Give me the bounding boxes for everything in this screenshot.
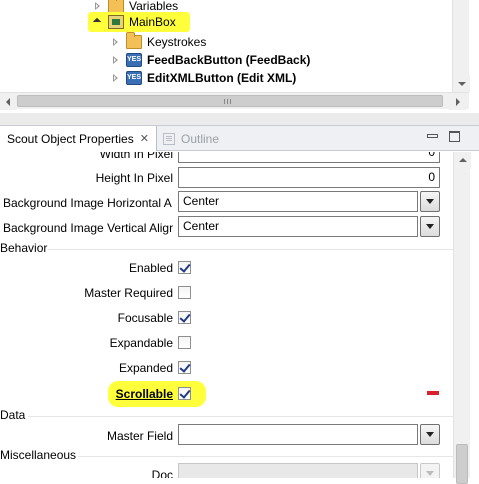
sash[interactable]: [0, 113, 479, 125]
tab-label: Scout Object Properties: [7, 131, 134, 146]
bg-image-horizontal-combo[interactable]: Center: [178, 191, 418, 212]
tree-item-label: EditXMLButton (Edit XML): [147, 71, 297, 85]
width-in-pixel-label: Width In Pixel: [99, 152, 173, 161]
main-box-icon: [108, 15, 124, 29]
focusable-label: Focusable: [117, 311, 173, 325]
properties-panel: Width In Pixel 0 Height In Pixel 0 Backg…: [0, 152, 453, 478]
tree-item-keystrokes[interactable]: Keystrokes: [110, 32, 207, 51]
view-tab-bar: Scout Object Properties ✕ Outline: [0, 125, 479, 151]
scrollbar-thumb[interactable]: [17, 95, 443, 107]
tab-scout-object-properties[interactable]: Scout Object Properties ✕: [0, 126, 157, 151]
tree-item-mainbox[interactable]: MainBox: [92, 13, 176, 31]
behavior-section-header[interactable]: Behavior: [0, 241, 47, 255]
dropdown-arrow-icon[interactable]: [420, 424, 440, 445]
scroll-left-icon[interactable]: [0, 93, 17, 110]
section-divider: [48, 249, 453, 250]
close-icon[interactable]: ✕: [140, 132, 149, 145]
project-tree[interactable]: Variables MainBox Keystrokes YES FeedBac…: [0, 0, 479, 113]
enabled-label: Enabled: [128, 261, 173, 275]
dropdown-arrow-icon[interactable]: [420, 191, 440, 212]
master-required-checkbox[interactable]: [178, 286, 191, 299]
tab-outline[interactable]: Outline: [163, 126, 219, 151]
button-icon: YES: [126, 53, 142, 67]
bg-image-vertical-combo[interactable]: Center: [178, 216, 418, 237]
height-in-pixel-label: Height In Pixel: [95, 171, 173, 185]
expand-arrow-icon[interactable]: [110, 72, 122, 84]
scrollbar-thumb[interactable]: [456, 444, 468, 484]
scroll-down-icon[interactable]: [453, 75, 470, 92]
scroll-right-icon[interactable]: [449, 93, 466, 110]
properties-vertical-scrollbar[interactable]: [453, 152, 471, 484]
folder-icon: [126, 32, 142, 49]
expand-arrow-icon[interactable]: [110, 36, 122, 48]
bg-image-vertical-label: Background Image Vertical Aligr: [3, 221, 174, 235]
tree-item-label: FeedBackButton (FeedBack): [147, 53, 311, 67]
tree-horizontal-scrollbar[interactable]: [0, 92, 469, 110]
expandable-label: Expandable: [109, 336, 173, 350]
data-section-header[interactable]: Data: [0, 408, 25, 422]
doc-label: Doc: [151, 468, 173, 478]
expanded-label: Expanded: [118, 361, 173, 375]
enabled-checkbox[interactable]: [178, 261, 191, 274]
minimize-icon[interactable]: [427, 134, 438, 138]
tree-item-label: Keystrokes: [147, 35, 207, 49]
collapse-arrow-icon[interactable]: [92, 16, 104, 28]
remove-modification-icon[interactable]: [427, 391, 439, 395]
section-divider: [28, 416, 453, 417]
misc-section-header[interactable]: Miscellaneous: [0, 448, 76, 462]
expand-arrow-icon[interactable]: [92, 0, 104, 12]
expanded-checkbox[interactable]: [178, 361, 191, 374]
tree-item-label: MainBox: [129, 15, 176, 29]
tree-item-editxml-button[interactable]: YES EditXMLButton (Edit XML): [110, 69, 296, 87]
master-field-label: Master Field: [106, 429, 173, 443]
bg-image-horizontal-label: Background Image Horizontal A: [3, 196, 172, 210]
focusable-checkbox[interactable]: [178, 311, 191, 324]
height-in-pixel-field[interactable]: 0: [178, 167, 440, 188]
tab-label: Outline: [181, 131, 220, 146]
dropdown-arrow-icon[interactable]: [420, 216, 440, 237]
width-in-pixel-field[interactable]: 0: [178, 152, 440, 163]
section-divider: [78, 456, 453, 457]
scrollable-label: Scrollable: [115, 387, 173, 401]
dropdown-arrow-icon: [420, 463, 440, 478]
scrollable-checkbox[interactable]: [178, 387, 191, 400]
master-required-label: Master Required: [84, 286, 173, 300]
tree-item-feedback-button[interactable]: YES FeedBackButton (FeedBack): [110, 51, 310, 69]
expand-arrow-icon[interactable]: [110, 54, 122, 66]
maximize-icon[interactable]: [449, 131, 460, 142]
button-icon: YES: [126, 71, 142, 85]
scroll-up-icon[interactable]: [454, 152, 471, 169]
expandable-checkbox[interactable]: [178, 336, 191, 349]
doc-field: [178, 463, 418, 478]
tree-vertical-scrollbar[interactable]: [452, 0, 470, 92]
outline-icon: [163, 132, 175, 145]
master-field-combo[interactable]: [178, 424, 418, 445]
